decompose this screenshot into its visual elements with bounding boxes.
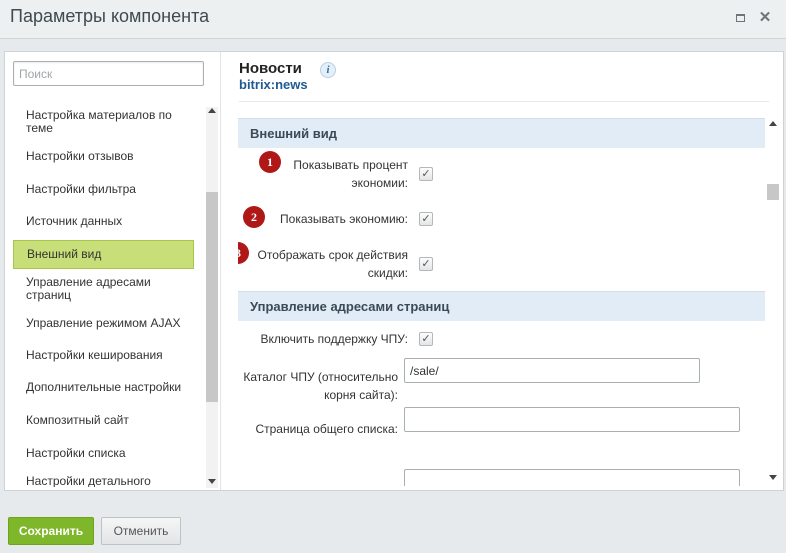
sidebar-item-detail-settings[interactable]: Настройки детального bbox=[13, 469, 194, 487]
sef-folder-input[interactable] bbox=[404, 358, 700, 383]
sidebar-item-composite[interactable]: Композитный сайт bbox=[13, 408, 194, 432]
label-sef-folder: Каталог ЧПУ (относительно корня сайта): bbox=[243, 370, 398, 402]
close-icon[interactable]: ✕ bbox=[757, 10, 773, 26]
sidebar-item-additional[interactable]: Дополнительные настройки bbox=[13, 375, 194, 399]
checkbox-show-savings[interactable]: ✓ bbox=[419, 212, 433, 226]
footer: Сохранить Отменить bbox=[0, 503, 786, 553]
label-show-savings: Показывать экономию: bbox=[280, 212, 408, 226]
sidebar-item-data-source[interactable]: Источник данных bbox=[13, 209, 194, 233]
next-field-input[interactable] bbox=[404, 469, 740, 486]
label-show-discount-period: Отображать срок действия скидки: bbox=[257, 248, 409, 280]
checkbox-show-discount-period[interactable]: ✓ bbox=[419, 257, 433, 271]
dialog-body: Настройка материалов по теме Настройки о… bbox=[4, 51, 784, 491]
component-code: bitrix:news bbox=[239, 77, 308, 92]
main-panel: Новости i bitrix:news Внешний вид 1 Пока… bbox=[222, 52, 783, 490]
properties-area: Внешний вид 1 Показывать процент экономи… bbox=[238, 118, 765, 486]
section-header-url-management: Управление адресами страниц bbox=[238, 291, 765, 321]
label-enable-sef: Включить поддержку ЧПУ: bbox=[260, 332, 409, 346]
cancel-button[interactable]: Отменить bbox=[101, 517, 181, 545]
divider bbox=[239, 101, 769, 102]
main-scrollbar[interactable] bbox=[767, 117, 781, 488]
sidebar: Настройка материалов по теме Настройки о… bbox=[5, 52, 221, 490]
scroll-up-icon[interactable] bbox=[208, 108, 216, 113]
title-bar: Параметры компонента ✕ bbox=[0, 0, 786, 39]
main-scrollbar-thumb[interactable] bbox=[767, 184, 779, 200]
sidebar-list: Настройка материалов по теме Настройки о… bbox=[5, 107, 205, 487]
main-scroll-up-icon[interactable] bbox=[769, 121, 777, 126]
save-button[interactable]: Сохранить bbox=[8, 517, 94, 545]
info-icon[interactable]: i bbox=[320, 62, 336, 78]
checkbox-enable-sef[interactable]: ✓ bbox=[419, 332, 433, 346]
sidebar-item-url-management[interactable]: Управление адресами страниц bbox=[13, 274, 194, 304]
list-page-input[interactable] bbox=[404, 407, 740, 432]
window-title: Параметры компонента bbox=[10, 6, 210, 26]
main-scroll-down-icon[interactable] bbox=[769, 475, 777, 480]
checkbox-show-discount-percent[interactable]: ✓ bbox=[419, 167, 433, 181]
sidebar-item-appearance[interactable]: Внешний вид bbox=[13, 240, 194, 269]
sidebar-item-ajax-mode[interactable]: Управление режимом AJAX bbox=[13, 311, 194, 335]
step-badge-2: 2 bbox=[243, 206, 265, 228]
label-show-discount-percent: Показывать процент экономии: bbox=[293, 158, 408, 190]
sidebar-item-list-settings[interactable]: Настройки списка bbox=[13, 441, 194, 465]
scroll-down-icon[interactable] bbox=[208, 479, 216, 484]
sidebar-item-caching[interactable]: Настройки кеширования bbox=[13, 343, 194, 367]
search-input[interactable] bbox=[13, 61, 204, 86]
scrollbar-thumb[interactable] bbox=[206, 192, 218, 402]
sidebar-item-filter[interactable]: Настройки фильтра bbox=[13, 177, 194, 201]
sidebar-item-reviews[interactable]: Настройки отзывов bbox=[13, 144, 194, 168]
maximize-icon[interactable] bbox=[732, 10, 748, 26]
component-title: Новости bbox=[239, 60, 302, 77]
label-list-page: Страница общего списка: bbox=[255, 422, 398, 436]
sidebar-item-related-materials[interactable]: Настройка материалов по теме bbox=[13, 107, 194, 137]
sidebar-scrollbar[interactable] bbox=[205, 107, 219, 488]
section-header-appearance: Внешний вид bbox=[238, 118, 765, 148]
